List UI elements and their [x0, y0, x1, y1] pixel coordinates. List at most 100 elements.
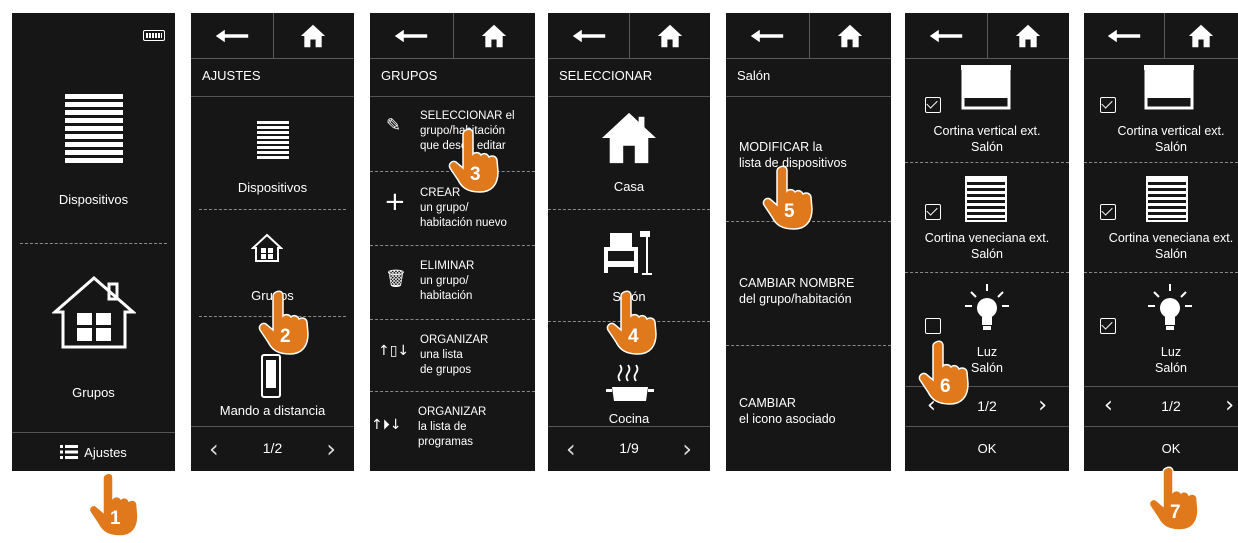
device-row[interactable]: Luz Salón — [1084, 272, 1238, 382]
step-6-hand-icon: 6 — [918, 340, 974, 406]
home-button[interactable] — [987, 13, 1069, 58]
page-title: AJUSTES — [202, 68, 261, 83]
ok-button[interactable]: OK — [1084, 426, 1238, 471]
step-number: 4 — [628, 326, 639, 347]
device-checkbox[interactable] — [1100, 204, 1116, 220]
remote-icon — [261, 354, 281, 398]
step-5-hand-icon: 5 — [762, 165, 818, 231]
back-button[interactable] — [191, 13, 273, 58]
devices-tile[interactable]: Dispositivos — [12, 58, 175, 243]
light-bulb-icon — [1148, 284, 1192, 330]
device-row[interactable]: Cortina vertical ext. Salón — [1084, 59, 1238, 162]
back-arrow-icon — [1106, 27, 1142, 45]
list-item-casa[interactable]: Casa — [548, 97, 710, 209]
home-icon — [837, 23, 863, 49]
back-button[interactable] — [905, 13, 987, 58]
back-arrow-icon — [393, 27, 429, 45]
home-button[interactable] — [809, 13, 892, 58]
top-bar — [370, 13, 535, 59]
back-button[interactable] — [548, 13, 629, 58]
device-checkbox[interactable] — [1100, 318, 1116, 334]
item-label: Casa — [613, 179, 645, 194]
home-button[interactable] — [1164, 13, 1238, 58]
menu-item-label: ORGANIZAR la lista de programas — [418, 406, 487, 448]
device-checkbox[interactable] — [925, 204, 941, 220]
step-number: 7 — [1170, 502, 1181, 523]
remote-label: Mando a distancia — [219, 403, 326, 418]
vertical-blind-icon — [961, 65, 1011, 110]
back-arrow-icon — [928, 27, 964, 45]
menu-item-rename-group[interactable]: CAMBIAR NOMBRE del grupo/habitación — [726, 221, 891, 345]
devices-label: Dispositivos — [237, 180, 308, 195]
device-label: Cortina veneciana ext. Salón — [924, 231, 1050, 261]
top-bar — [726, 13, 891, 59]
house-icon — [602, 112, 656, 164]
step-number: 2 — [280, 326, 291, 347]
top-bar — [548, 13, 710, 59]
device-label: Cortina vertical ext. Salón — [933, 124, 1041, 154]
device-row[interactable]: Cortina vertical ext. Salón — [905, 59, 1069, 162]
home-icon — [1188, 23, 1214, 49]
blind-icon — [65, 94, 123, 163]
settings-label: Ajustes — [84, 444, 127, 460]
device-row[interactable]: Cortina veneciana ext. Salón — [905, 162, 1069, 272]
home-button[interactable] — [629, 13, 710, 58]
vertical-blind-icon — [1144, 65, 1194, 110]
house-icon — [251, 233, 283, 262]
back-button[interactable] — [370, 13, 453, 58]
living-room-icon — [604, 231, 652, 275]
top-bar — [1084, 13, 1238, 59]
menu-item-label: ELIMINAR un grupo/ habitación — [420, 260, 475, 302]
home-icon — [1015, 23, 1041, 49]
next-page-button[interactable]: › — [1038, 393, 1047, 418]
device-checkbox[interactable] — [1100, 97, 1116, 113]
top-bar — [191, 13, 354, 59]
step-number: 5 — [784, 201, 795, 222]
screen-select: SELECCIONAR Casa Salón Cocina ‹ 1/9 › — [548, 13, 710, 471]
pager: ‹ 1/2 › — [1084, 386, 1238, 427]
device-row[interactable]: Cortina veneciana ext. Salón — [1084, 162, 1238, 272]
groups-label: Grupos — [72, 385, 115, 400]
trash-icon: 🗑 — [385, 269, 407, 289]
step-number: 1 — [110, 508, 121, 529]
venetian-blind-icon — [965, 176, 1007, 222]
back-arrow-icon — [214, 27, 250, 45]
step-3-hand-icon: 3 — [448, 128, 504, 194]
menu-item-label: CAMBIAR NOMBRE del grupo/habitación — [739, 276, 855, 306]
back-arrow-icon — [749, 27, 785, 45]
menu-item-delete-group[interactable]: 🗑 ELIMINAR un grupo/ habitación — [370, 245, 535, 319]
device-label: Luz Salón — [1155, 345, 1187, 375]
menu-item-organize-groups[interactable]: ↑▯↓ ORGANIZAR una lista de grupos — [370, 319, 535, 391]
step-number: 3 — [470, 164, 481, 185]
divider — [20, 243, 167, 244]
screen-device-list-confirmed: Cortina vertical ext. Salón Cortina vene… — [1084, 13, 1238, 471]
device-checkbox[interactable] — [925, 97, 941, 113]
home-button[interactable] — [453, 13, 536, 58]
device-checkbox[interactable] — [925, 318, 941, 334]
menu-item-change-icon[interactable]: CAMBIAR el icono asociado — [726, 345, 891, 471]
home-button[interactable] — [273, 13, 355, 58]
battery-icon — [143, 30, 165, 41]
screen-groups: GRUPOS ✎ SELECCIONAR el grupo/habitación… — [370, 13, 535, 471]
back-button[interactable] — [1084, 13, 1164, 58]
blind-icon — [257, 121, 289, 159]
device-label: Cortina veneciana ext. Salón — [1108, 231, 1234, 261]
back-button[interactable] — [726, 13, 809, 58]
ok-button[interactable]: OK — [905, 426, 1069, 471]
menu-item-organize-programs[interactable]: ↑⏵↓ ORGANIZAR la lista de programas — [370, 391, 535, 471]
divider — [199, 209, 346, 210]
page-title: SELECCIONAR — [559, 68, 653, 83]
menu-item-devices[interactable]: Dispositivos — [191, 103, 354, 211]
menu-list-icon — [60, 445, 79, 459]
step-number: 6 — [940, 376, 951, 397]
next-page-button[interactable]: › — [682, 435, 692, 463]
pencil-icon: ✎ — [386, 115, 402, 136]
page-title: GRUPOS — [381, 68, 438, 83]
menu-item-label: CAMBIAR el icono asociado — [739, 396, 836, 426]
groups-tile[interactable]: Grupos — [12, 245, 175, 430]
pager: ‹ 1/9 › — [548, 426, 710, 471]
next-page-button[interactable]: › — [326, 435, 336, 463]
settings-button[interactable]: Ajustes — [12, 432, 175, 471]
step-2-hand-icon: 2 — [258, 290, 314, 356]
next-page-button[interactable]: › — [1225, 393, 1234, 418]
